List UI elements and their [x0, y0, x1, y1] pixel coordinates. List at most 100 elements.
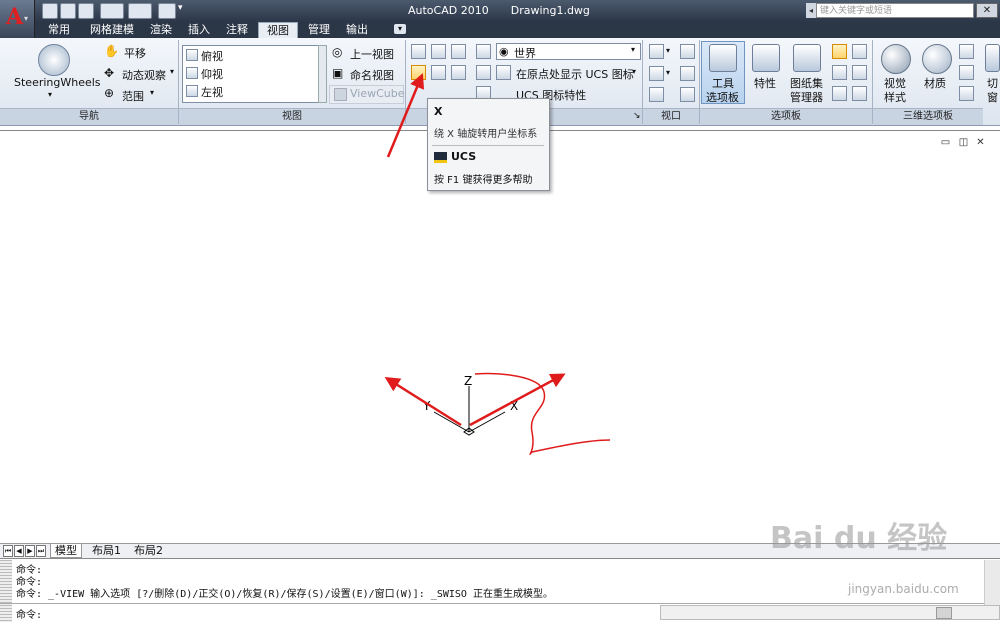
palette-small-6-icon[interactable]: [852, 86, 867, 101]
viewport-minimize-icon[interactable]: ▭: [940, 138, 951, 148]
viewport-clip-icon[interactable]: [649, 66, 664, 81]
command-window-grip[interactable]: [0, 560, 12, 622]
customize-quick-access-icon[interactable]: ▾: [178, 3, 183, 13]
properties-icon[interactable]: [752, 44, 780, 72]
steeringwheels-label[interactable]: SteeringWheels: [14, 76, 101, 89]
switch-window-label-2[interactable]: 窗: [987, 89, 998, 105]
chevron-down-icon[interactable]: ▾: [632, 67, 636, 76]
new-viewport-icon[interactable]: [680, 44, 695, 59]
previous-view-icon[interactable]: ◎: [332, 45, 342, 59]
chevron-down-icon[interactable]: ▾: [666, 68, 670, 77]
chevron-down-icon[interactable]: ▾: [170, 67, 174, 76]
switch-window-icon[interactable]: [985, 44, 1000, 72]
sheet-set-manager-icon[interactable]: [793, 44, 821, 72]
baidu-jingyan-watermark: Bai du 经验: [770, 521, 948, 556]
viewport-grid-icon[interactable]: [680, 87, 695, 102]
palette-small-2-icon[interactable]: [852, 44, 867, 59]
panel-title-palettes: 选项板: [700, 108, 872, 125]
layout-tab-layout1[interactable]: 布局1: [92, 544, 121, 557]
chevron-down-icon[interactable]: ▾: [631, 45, 635, 54]
drawing-canvas[interactable]: [0, 130, 1000, 544]
command-vertical-scrollbar[interactable]: [984, 560, 1000, 605]
view-item-left[interactable]: 左视: [201, 84, 223, 100]
undo-icon[interactable]: [100, 3, 124, 19]
next-layout-icon[interactable]: ▶: [25, 545, 35, 557]
globe-icon: ◉: [499, 45, 509, 58]
view-item-top[interactable]: 俯视: [201, 48, 223, 64]
materials-icon[interactable]: [922, 44, 952, 74]
properties-button[interactable]: 特性: [754, 75, 776, 91]
orbit-icon[interactable]: ✥: [104, 66, 114, 80]
layout-tab-layout2[interactable]: 布局2: [134, 544, 163, 557]
extents-button[interactable]: 范围: [122, 88, 144, 104]
sheet-set-label-2[interactable]: 管理器: [790, 89, 823, 105]
sun-icon[interactable]: [959, 86, 974, 101]
viewport-join-icon[interactable]: [680, 66, 695, 81]
tab-annotate[interactable]: 注释: [220, 22, 254, 38]
command-prompt-input[interactable]: 命令:: [16, 606, 42, 621]
tab-manage[interactable]: 管理: [302, 22, 336, 38]
ucs-named-icon[interactable]: [431, 44, 446, 59]
chevron-down-icon[interactable]: ▾: [150, 88, 154, 97]
palette-small-4-icon[interactable]: [852, 65, 867, 80]
palette-small-1-icon[interactable]: [832, 44, 847, 59]
new-file-icon[interactable]: [42, 3, 58, 19]
save-icon[interactable]: [78, 3, 94, 19]
scrollbar-thumb[interactable]: [936, 607, 952, 619]
redo-icon[interactable]: [128, 3, 152, 19]
panel-launcher-icon[interactable]: ↘: [633, 111, 641, 121]
materials-button[interactable]: 材质: [924, 75, 946, 91]
tab-insert[interactable]: 插入: [182, 22, 216, 38]
ucs-previous-icon[interactable]: [451, 44, 466, 59]
tooltip: X 绕 X 轴旋转用户坐标系 UCS 按 F1 键获得更多帮助: [427, 98, 550, 191]
close-icon[interactable]: ✕: [976, 3, 998, 18]
named-view-icon[interactable]: ▣: [332, 66, 343, 80]
ucs-origin-icon[interactable]: [476, 65, 491, 80]
chevron-down-icon[interactable]: ▾: [666, 46, 670, 55]
ucs-rotate-x-icon[interactable]: [411, 65, 426, 80]
view-item-bottom[interactable]: 仰视: [201, 66, 223, 82]
views-list-scrollbar[interactable]: [318, 45, 327, 103]
layout-tab-model[interactable]: 模型: [50, 544, 82, 558]
pan-button[interactable]: 平移: [124, 45, 146, 61]
steeringwheels-icon[interactable]: [38, 44, 70, 76]
viewport-restore-icon[interactable]: ◫: [958, 138, 969, 148]
ucs-rotate-y-icon[interactable]: [431, 65, 446, 80]
show-ucs-at-origin-button[interactable]: 在原点处显示 UCS 图标: [516, 66, 634, 82]
first-layout-icon[interactable]: ⏮: [3, 545, 13, 557]
last-layout-icon[interactable]: ⏭: [36, 545, 46, 557]
tab-mesh-modeling[interactable]: 网格建模: [84, 22, 140, 38]
tab-output[interactable]: 输出: [340, 22, 374, 38]
ucs-rotate-z-icon[interactable]: [451, 65, 466, 80]
viewport-config-icon[interactable]: [649, 44, 664, 59]
lights-icon[interactable]: [959, 44, 974, 59]
named-view-button[interactable]: 命名视图: [350, 67, 394, 83]
visual-styles-label-2[interactable]: 样式: [884, 89, 906, 105]
orbit-button[interactable]: 动态观察: [122, 67, 166, 83]
tab-home[interactable]: 常用: [42, 22, 76, 38]
ucs-show-origin-icon[interactable]: [496, 65, 511, 80]
palette-small-5-icon[interactable]: [832, 86, 847, 101]
render-icon[interactable]: [959, 65, 974, 80]
print-icon[interactable]: [158, 3, 176, 19]
viewport-layout-icon[interactable]: [649, 87, 664, 102]
open-folder-icon[interactable]: [60, 3, 76, 19]
tab-render[interactable]: 渲染: [144, 22, 178, 38]
previous-view-button[interactable]: 上一视图: [350, 46, 394, 62]
visual-styles-icon[interactable]: [881, 44, 911, 74]
zoom-extents-icon[interactable]: ⊕: [104, 86, 114, 100]
tab-view[interactable]: 视图: [258, 22, 298, 38]
search-expand-icon[interactable]: ◂: [806, 3, 816, 18]
search-input[interactable]: 键入关键字或短语: [816, 3, 974, 18]
viewport-close-icon[interactable]: ✕: [975, 138, 986, 148]
palette-small-3-icon[interactable]: [832, 65, 847, 80]
minimize-ribbon-icon[interactable]: ▾: [394, 24, 406, 34]
ucs-icon[interactable]: [411, 44, 426, 59]
ucs-world-icon[interactable]: [476, 44, 491, 59]
prev-layout-icon[interactable]: ◀: [14, 545, 24, 557]
tooltip-command: UCS: [451, 150, 477, 163]
pan-icon[interactable]: ✋: [104, 44, 119, 58]
application-menu-button[interactable]: A ▾: [0, 0, 35, 38]
chevron-down-icon[interactable]: ▾: [48, 90, 52, 99]
viewcube-label: ViewCube: [350, 87, 405, 100]
